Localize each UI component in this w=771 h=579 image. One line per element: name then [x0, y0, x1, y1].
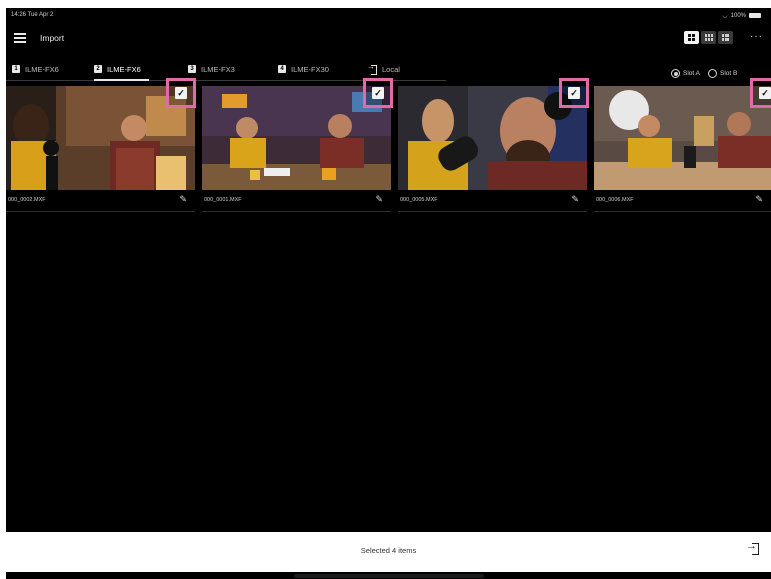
tab-label: ILME-FX6 — [107, 64, 141, 74]
battery-icon — [749, 13, 761, 18]
clip-select-highlight[interactable]: ✓ — [750, 78, 771, 108]
wifi-icon: ◡ — [722, 13, 728, 19]
clip-filename: 000_0001.MXF — [204, 197, 242, 203]
status-bar: 14:26 Tue Apr 2 ◡ 100% — [6, 8, 771, 24]
view-grid-small-button[interactable] — [701, 31, 716, 44]
battery-percent: 100% — [730, 12, 746, 19]
slot-selector: Slot A Slot B — [671, 69, 737, 78]
tab-device-1[interactable]: 1 ILME-FX6 — [12, 58, 59, 80]
clip-thumbnail[interactable] — [594, 86, 771, 190]
tab-device-3[interactable]: 3 ILME-FX3 — [188, 58, 235, 80]
import-icon[interactable] — [746, 540, 761, 556]
checkbox-checked-icon[interactable]: ✓ — [568, 87, 580, 99]
slot-b-option[interactable]: Slot B — [707, 69, 738, 78]
app-screen: 14:26 Tue Apr 2 ◡ 100% Import ··· 1 ILME… — [6, 8, 771, 579]
tab-label: ILME-FX6 — [25, 64, 59, 74]
tab-label: ILME-FX3 — [201, 64, 235, 74]
checkbox-checked-icon[interactable]: ✓ — [372, 87, 384, 99]
clip-caption: 000_0006.MXF ✎ — [594, 191, 771, 212]
tab-device-2[interactable]: 2 ILME-FX6 — [94, 58, 149, 81]
selected-count-text: Selected 4 items — [360, 546, 417, 555]
app-header: Import ··· — [6, 26, 771, 52]
status-right: ◡ 100% — [722, 12, 761, 19]
clip-caption: 000_0005.MXF ✎ — [398, 191, 587, 212]
slot-a-label: Slot A — [683, 70, 700, 77]
grid-small-icon — [704, 34, 713, 41]
tab-device-4[interactable]: 4 ILME-FX30 — [278, 58, 329, 80]
list-view-icon — [722, 34, 729, 41]
selection-bar: Selected 4 items — [6, 532, 771, 572]
slot-b-label: Slot B — [719, 70, 738, 77]
hamburger-menu-icon[interactable] — [14, 33, 26, 43]
clip-select-highlight[interactable]: ✓ — [363, 78, 393, 108]
checkbox-checked-icon[interactable]: ✓ — [759, 87, 771, 99]
tab-number: 1 — [12, 65, 20, 73]
tab-label: Local — [382, 64, 400, 74]
status-time: 14:26 Tue Apr 2 — [11, 12, 54, 18]
edit-pencil-icon[interactable]: ✎ — [755, 194, 763, 205]
clip-caption: 000_0002.MXF ✎ — [6, 191, 195, 212]
grid-large-icon — [688, 34, 695, 41]
clip-filename: 000_0002.MXF — [8, 197, 46, 203]
view-mode-switcher — [684, 31, 733, 44]
clip-select-highlight[interactable]: ✓ — [559, 78, 589, 108]
page-title: Import — [40, 33, 65, 43]
tab-label: ILME-FX30 — [291, 64, 329, 74]
radio-unselected-icon — [707, 69, 717, 78]
clip-caption: 000_0001.MXF ✎ — [202, 191, 391, 212]
clip-filename: 000_0005.MXF — [400, 197, 438, 203]
more-options-icon[interactable]: ··· — [750, 31, 763, 42]
edit-pencil-icon[interactable]: ✎ — [375, 194, 383, 205]
edit-pencil-icon[interactable]: ✎ — [179, 194, 187, 205]
edit-pencil-icon[interactable]: ✎ — [571, 194, 579, 205]
tab-local[interactable]: Local — [367, 58, 400, 80]
radio-selected-icon — [671, 69, 680, 78]
clip-select-highlight[interactable]: ✓ — [166, 78, 196, 108]
view-grid-large-button[interactable] — [684, 31, 699, 44]
slot-a-option[interactable]: Slot A — [671, 69, 700, 78]
home-indicator[interactable] — [294, 574, 484, 578]
checkbox-checked-icon[interactable]: ✓ — [175, 87, 187, 99]
view-list-button[interactable] — [718, 31, 733, 44]
tab-number: 3 — [188, 65, 196, 73]
import-icon — [367, 62, 377, 75]
tab-number: 2 — [94, 65, 102, 73]
tab-number: 4 — [278, 65, 286, 73]
clip-image — [594, 86, 771, 190]
clip-filename: 000_0006.MXF — [596, 197, 634, 203]
